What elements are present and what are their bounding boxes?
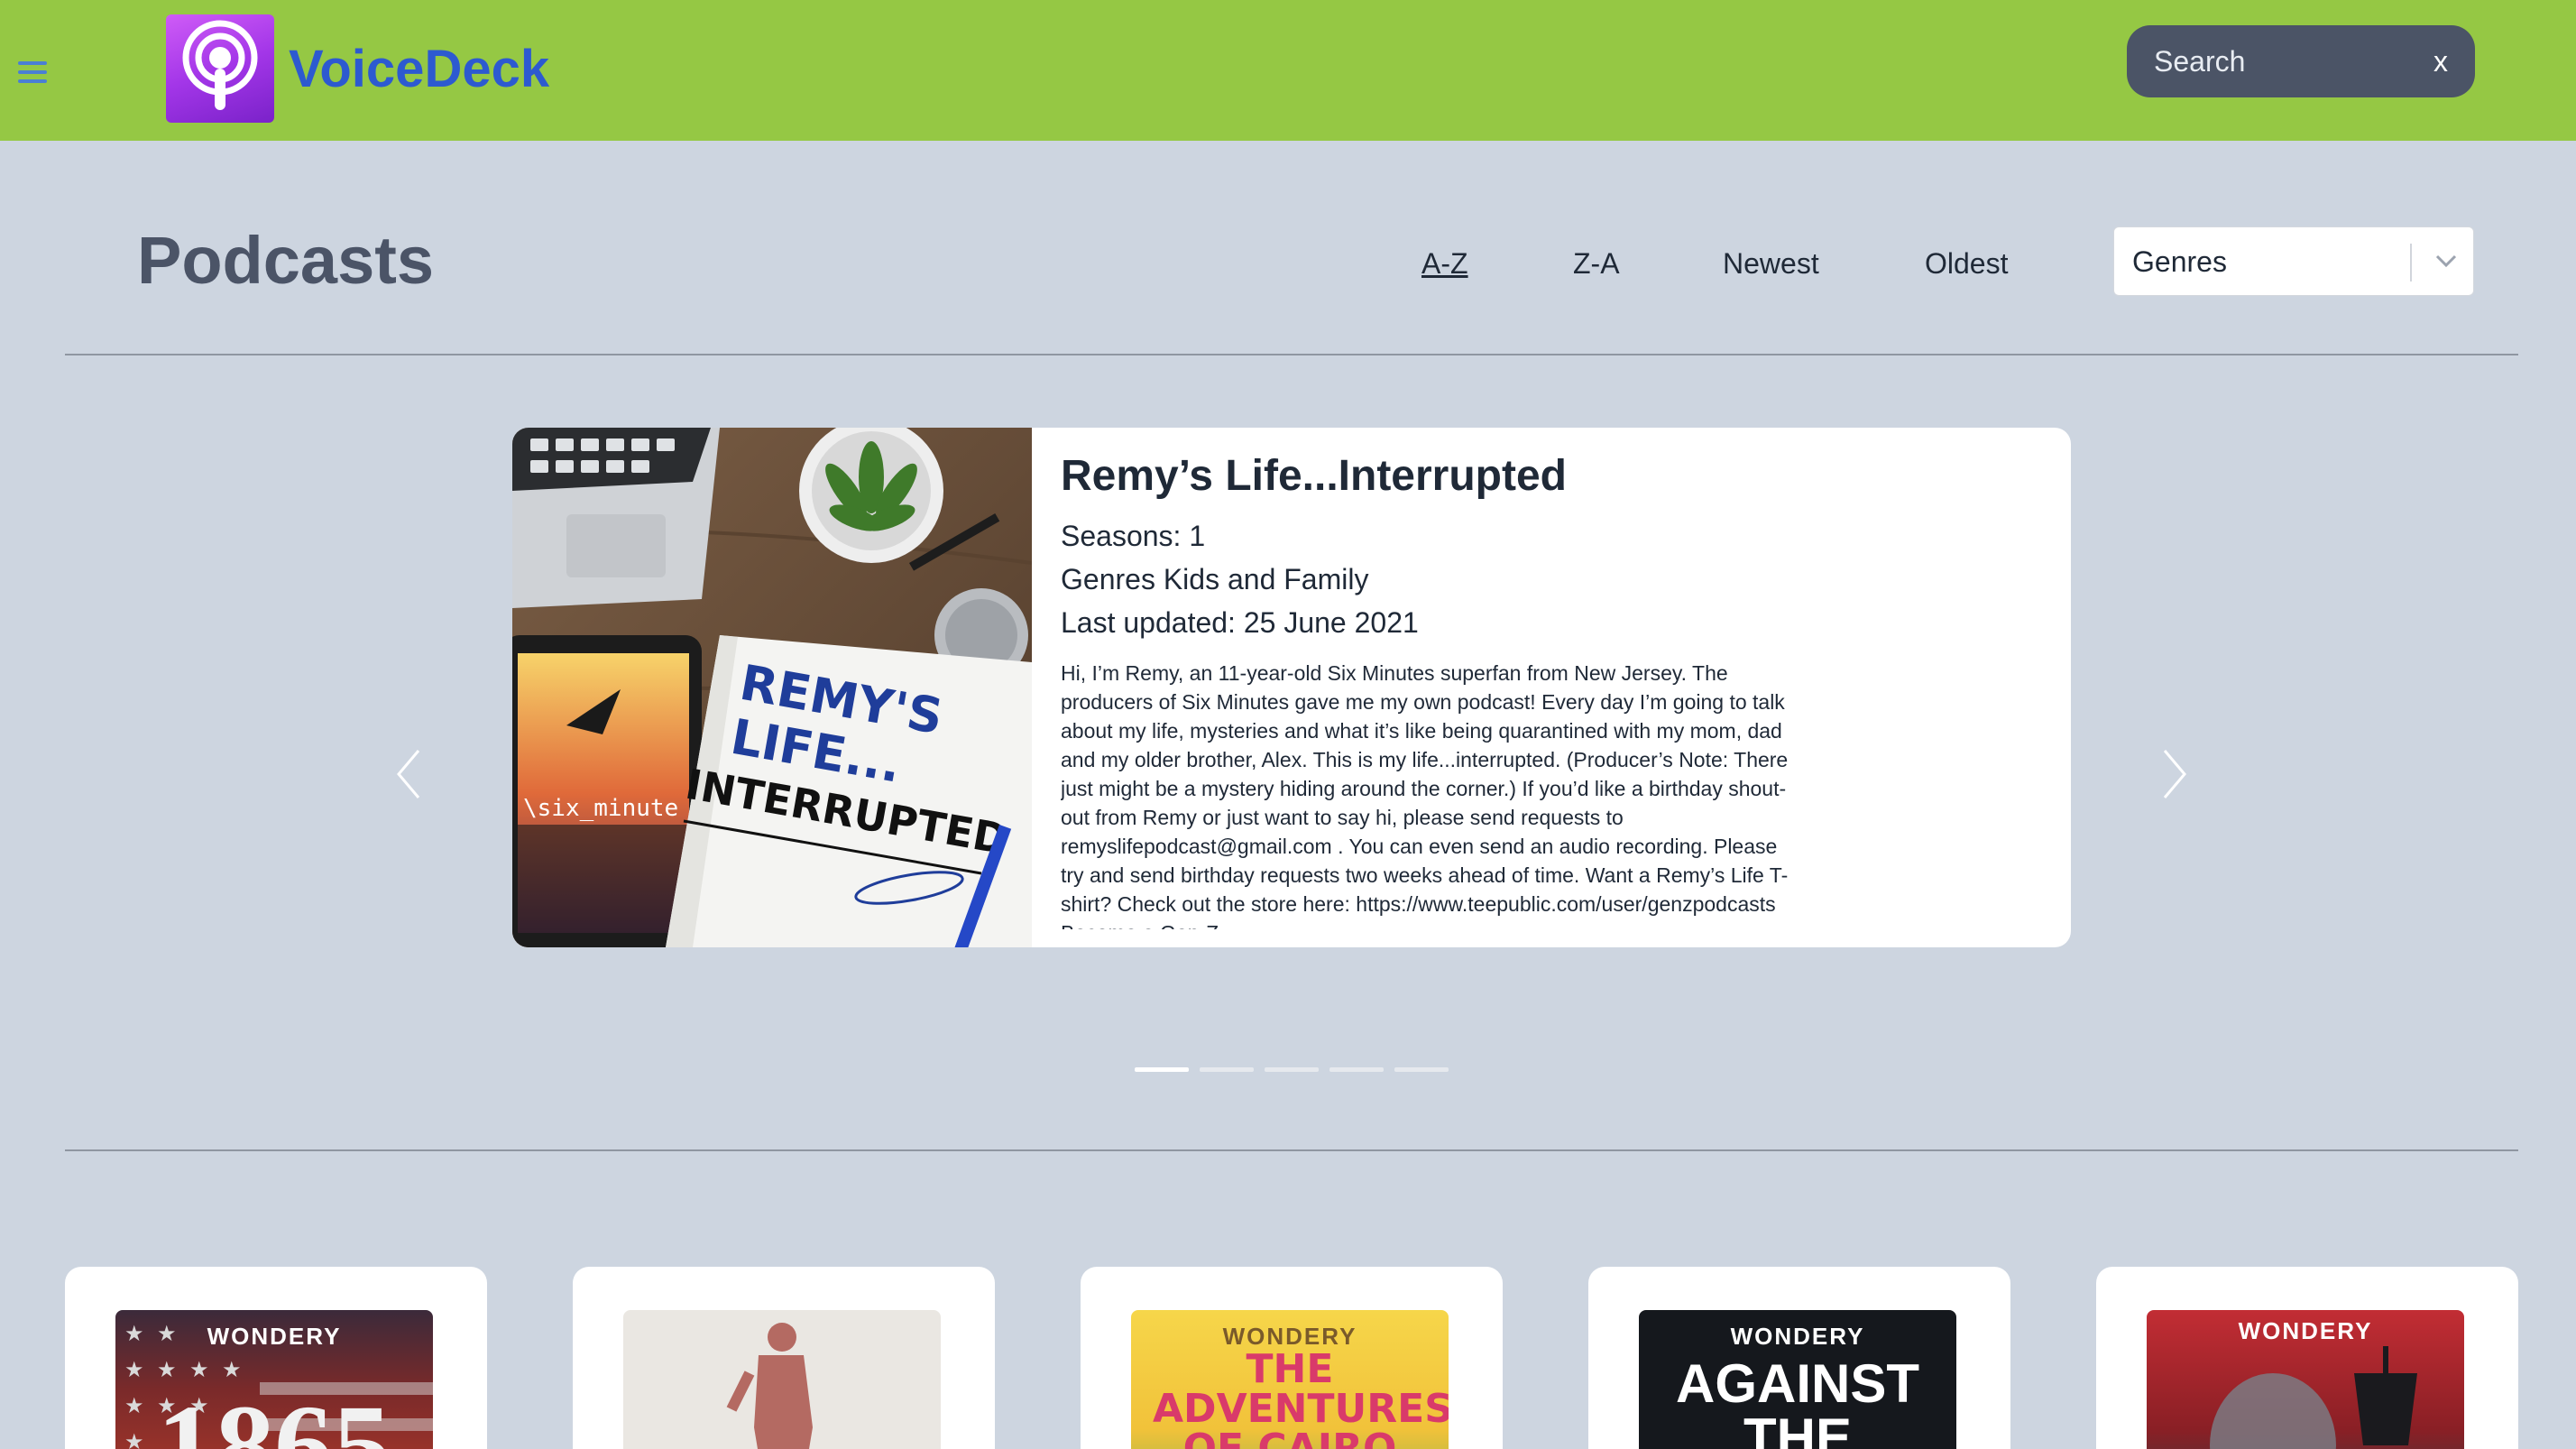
podcast-card[interactable] — [573, 1267, 995, 1449]
featured-podcast-card[interactable]: \six_minute REMY'S LIFE... INTERRUPTED R… — [512, 428, 2071, 947]
svg-text:★: ★ — [222, 1358, 242, 1382]
podcast-card[interactable]: WONDERY THE ADVENTURES OF CAIRO — [1081, 1267, 1503, 1449]
featured-podcast-seasons: Seasons: 1 — [1061, 520, 1206, 552]
carousel-dot-4[interactable] — [1329, 1067, 1384, 1072]
carousel-indicators — [1135, 1067, 1450, 1073]
page-title: Podcasts — [137, 223, 435, 298]
featured-podcast-description: Hi, I’m Remy, an 11-year-old Six Minutes… — [1061, 661, 1789, 929]
divider-bottom — [65, 1149, 2518, 1151]
top-header: VoiceDeck x — [0, 0, 2576, 141]
search-input[interactable] — [2154, 38, 2415, 85]
podcast-brand: WONDERY — [2238, 1317, 2373, 1344]
podcast-cover: WONDERY — [2147, 1310, 2464, 1449]
featured-podcast-last-updated: Last updated: 25 June 2021 — [1061, 606, 1419, 639]
podcast-card[interactable]: WONDERY — [2096, 1267, 2518, 1449]
svg-text:★: ★ — [124, 1358, 144, 1382]
chevron-right-icon — [2163, 750, 2186, 798]
chevron-down-icon — [2428, 240, 2464, 281]
carousel-dot-3[interactable] — [1265, 1067, 1319, 1072]
podcast-brand: WONDERY — [207, 1323, 342, 1350]
carousel-dot-5[interactable] — [1394, 1067, 1449, 1072]
carousel-dot-2[interactable] — [1200, 1067, 1254, 1072]
genres-dropdown[interactable]: Genres — [2113, 226, 2474, 296]
search-box: x — [2127, 25, 2475, 97]
podcast-cover-text: AGAINST THE ODDS — [1676, 1353, 1919, 1449]
featured-podcast-title[interactable]: Remy’s Life...Interrupted — [1061, 448, 1567, 505]
clear-search-button[interactable]: x — [2433, 43, 2448, 79]
podcast-cover: WONDERY AGAINST THE ODDS — [1639, 1310, 1956, 1449]
svg-text:★: ★ — [189, 1358, 209, 1382]
carousel-prev-button[interactable] — [391, 745, 428, 803]
svg-text:★: ★ — [157, 1358, 177, 1382]
podcast-logo-icon[interactable] — [166, 14, 274, 123]
chevron-left-icon — [397, 750, 420, 798]
brand-name[interactable]: VoiceDeck — [289, 36, 549, 103]
sort-z-a[interactable]: Z-A — [1573, 244, 1620, 283]
carousel-dot-1[interactable] — [1135, 1067, 1189, 1072]
featured-podcast-genres: Genres Kids and Family — [1061, 563, 1369, 595]
sort-oldest[interactable]: Oldest — [1925, 244, 2008, 283]
podcast-cover: ★ ★ ★ ★ ★ ★ ★ ★ ★ ★ WONDERY 1865 — [115, 1310, 433, 1449]
podcast-card[interactable]: ★ ★ ★ ★ ★ ★ ★ ★ ★ ★ WONDERY 1865 — [65, 1267, 487, 1449]
genres-dropdown-value: Genres — [2132, 245, 2227, 278]
art-tablet-text: \six_minute — [523, 795, 678, 822]
divider-top — [65, 354, 2518, 355]
dropdown-separator — [2410, 244, 2412, 281]
carousel-next-button[interactable] — [2156, 745, 2192, 803]
hamburger-menu-icon[interactable] — [18, 61, 47, 83]
podcast-cover — [623, 1310, 941, 1449]
podcast-brand: WONDERY — [1730, 1323, 1865, 1350]
podcast-cover: WONDERY THE ADVENTURES OF CAIRO — [1131, 1310, 1449, 1449]
podcast-card[interactable]: WONDERY AGAINST THE ODDS — [1588, 1267, 2010, 1449]
featured-podcast-artwork: \six_minute REMY'S LIFE... INTERRUPTED — [512, 428, 1032, 947]
podcast-cover-text: 1865 — [157, 1381, 391, 1449]
sort-a-z[interactable]: A-Z — [1421, 244, 1468, 283]
podcast-cover-text: THE ADVENTURES OF CAIRO — [1153, 1346, 1449, 1449]
sort-newest[interactable]: Newest — [1723, 244, 1819, 283]
